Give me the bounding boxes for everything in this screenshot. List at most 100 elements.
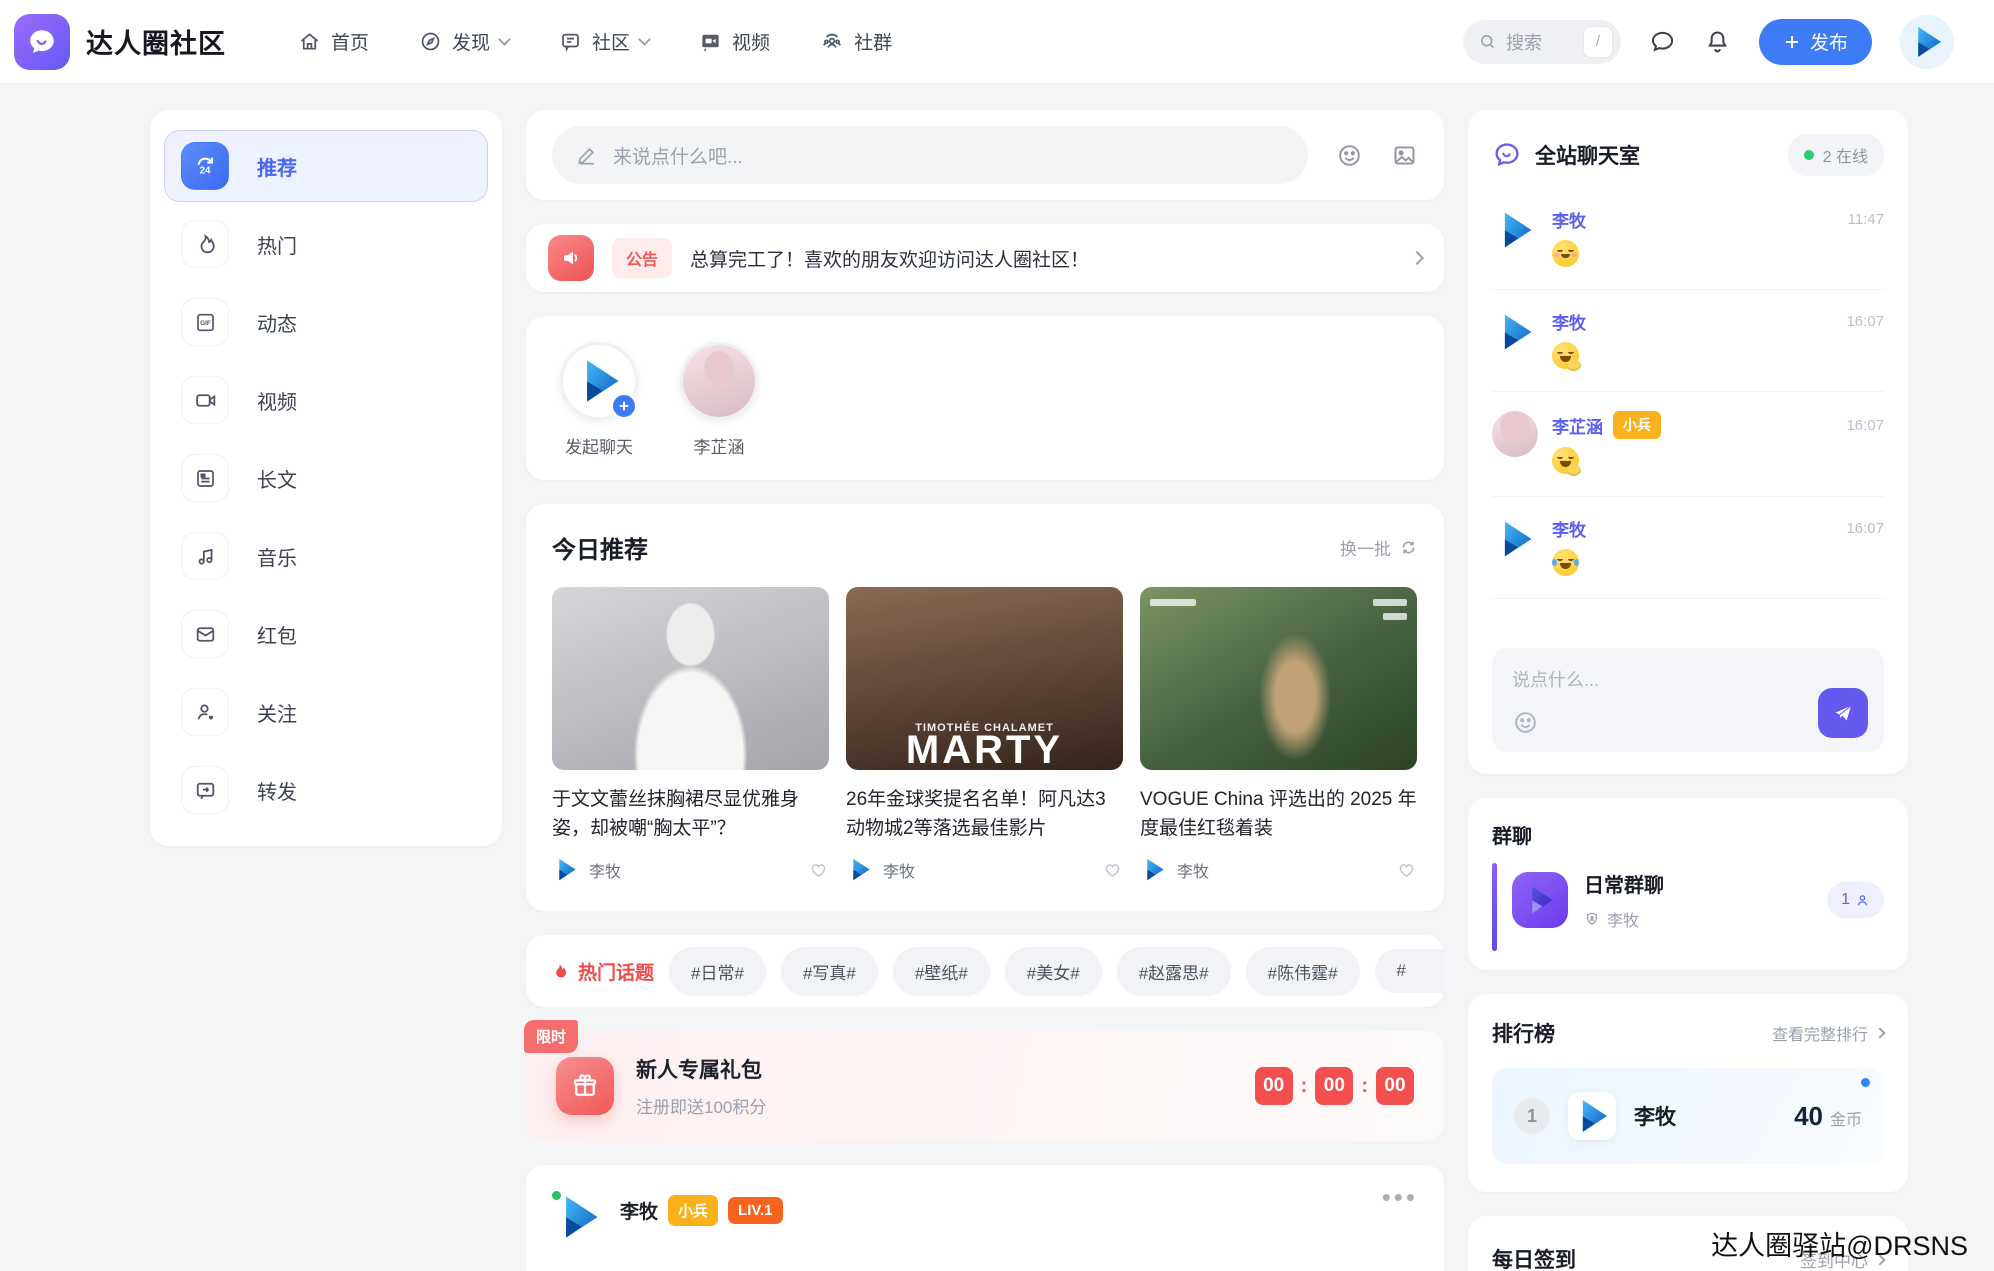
message-author[interactable]: 李牧 [1552,516,1586,541]
author-avatar[interactable] [1140,856,1167,883]
envelope-icon [181,610,229,658]
message-author[interactable]: 李牧 [1552,309,1586,334]
newcomer-gift-banner[interactable]: 限时 新人专属礼包 注册即送100积分 00 : 00 : 00 [526,1031,1444,1141]
message-time: 16:07 [1846,520,1884,537]
like-heart-icon[interactable] [808,859,829,880]
card-author[interactable]: 李牧 [1177,858,1209,882]
emoji-laughing-tears-face [1552,549,1579,576]
hot-topics-bar: 热门话题 #日常# #写真# #壁纸# #美女# #赵露思# #陈伟霆# # [526,935,1444,1007]
like-heart-icon[interactable] [1102,859,1123,880]
photo-avatar [1492,411,1538,457]
bell-icon [1704,28,1731,55]
topic-tag[interactable]: # [1375,949,1444,993]
like-heart-icon[interactable] [1396,859,1417,880]
nav-groups[interactable]: 社群 [820,28,892,55]
search-input[interactable]: 搜索 / [1463,20,1621,64]
topic-tag[interactable]: #日常# [669,947,766,996]
leaderboard-row[interactable]: 1 李牧 40 金币 [1492,1068,1884,1164]
message-author[interactable]: 李牧 [1552,207,1586,232]
card-thumbnail: TIMOTHÉE CHALAMET MARTY [846,587,1123,770]
sidebar-label: 转发 [257,776,297,805]
topic-tag[interactable]: #陈伟霆# [1246,947,1360,996]
post-more-button[interactable]: ••• [1382,1191,1418,1204]
card-author[interactable]: 李牧 [883,858,915,882]
view-full-ranking-link[interactable]: 查看完整排行 [1772,1021,1884,1045]
card-title: 26年金球奖提名名单！阿凡达3动物城2等落选最佳影片 [846,785,1123,845]
online-status-dot [549,1188,564,1203]
sidebar-item-moments[interactable]: GIF 动态 [164,286,488,358]
chat-input-placeholder: 说点什么... [1512,666,1864,692]
sidebar-item-recommended[interactable]: 24 推荐 [164,130,488,202]
nav-video[interactable]: 视频 [699,28,770,55]
nav-community[interactable]: 社区 [559,28,649,55]
person-heart-icon [181,688,229,736]
chat-message-list: 李牧 11:47 李牧 16:07 [1492,188,1884,599]
flame-icon [550,962,569,981]
recommend-card[interactable]: VOGUE China 评选出的 2025 年度最佳红毯着装 李牧 [1140,587,1417,883]
publish-button[interactable]: 发布 [1759,19,1872,65]
chat-user-item[interactable]: 李芷涵 [680,342,758,458]
message-avatar[interactable] [1492,309,1538,355]
hot-topics-title: 热门话题 [550,958,654,985]
author-avatar[interactable] [552,856,579,883]
sidebar-item-video[interactable]: 视频 [164,364,488,436]
post-author-name[interactable]: 李牧 [620,1197,658,1224]
user-avatar[interactable] [1900,15,1954,69]
image-upload-icon[interactable] [1391,142,1418,169]
sidebar-item-music[interactable]: 音乐 [164,520,488,592]
plus-badge-icon [610,392,638,420]
sidebar-item-redpacket[interactable]: 红包 [164,598,488,670]
card-thumbnail [552,587,829,770]
refresh-batch-button[interactable]: 换一批 [1340,535,1418,560]
group-chat-item[interactable]: 日常群聊 李牧 1 [1492,869,1884,931]
play-logo-avatar [1572,1096,1612,1136]
post-author-avatar[interactable] [552,1191,604,1243]
nav-discover[interactable]: 发现 [419,28,509,55]
flame-icon [181,220,229,268]
start-chat-avatar [560,342,638,420]
sidebar-item-following[interactable]: 关注 [164,676,488,748]
brand[interactable]: 达人圈社区 [14,14,226,70]
chevron-down-icon [498,33,511,46]
chevron-right-icon [1410,251,1424,265]
message-avatar[interactable] [1492,516,1538,562]
topic-tag[interactable]: #写真# [781,947,878,996]
hot-topics-label: 热门话题 [578,958,654,985]
send-message-button[interactable] [1818,688,1868,738]
chatroom-input[interactable]: 说点什么... [1492,648,1884,752]
notifications-button[interactable] [1704,28,1731,55]
topic-tag[interactable]: #赵露思# [1117,947,1231,996]
nav-home-label: 首页 [331,28,369,55]
start-chat-button[interactable]: 发起聊天 [560,342,638,458]
recommend-card[interactable]: TIMOTHÉE CHALAMET MARTY 26年金球奖提名名单！阿凡达3动… [846,587,1123,883]
author-avatar[interactable] [846,856,873,883]
emoji-picker-icon[interactable] [1512,709,1539,736]
nav-home[interactable]: 首页 [298,28,369,55]
start-chat-label: 发起聊天 [565,433,633,458]
leaderboard-header: 排行榜 查看完整排行 [1492,1018,1884,1048]
topic-tag[interactable]: #壁纸# [893,947,990,996]
message-avatar[interactable] [1492,207,1538,253]
topic-tag[interactable]: #美女# [1005,947,1102,996]
poster-title: MARTY [846,736,1123,764]
message-avatar[interactable] [1492,411,1538,457]
member-count-badge: 1 [1827,882,1884,918]
brand-logo-icon [14,14,70,70]
card-author[interactable]: 李牧 [589,858,621,882]
message-author[interactable]: 李芷涵 [1552,413,1603,438]
nav-discover-label: 发现 [452,28,490,55]
topbar-actions: 搜索 / 发布 [1463,15,1954,69]
sidebar-label: 推荐 [257,152,297,181]
composer-input[interactable]: 来说点什么吧... [552,126,1308,184]
announcement-bar[interactable]: 公告 总算完工了！喜欢的朋友欢迎访问达人圈社区！ [526,224,1444,292]
sidebar-item-reposts[interactable]: 转发 [164,754,488,826]
messages-button[interactable] [1649,28,1676,55]
announcement-badge: 公告 [612,238,672,278]
emoji-picker-icon[interactable] [1336,142,1363,169]
chatroom-card: 全站聊天室 2 在线 李牧 11:47 [1468,110,1908,774]
bubble-arrow-icon [181,766,229,814]
sidebar-item-articles[interactable]: 长文 [164,442,488,514]
recommend-card[interactable]: 于文文蕾丝抹胸裙尽显优雅身姿，却被嘲“胸太平”？ 李牧 [552,587,829,883]
person-icon [1855,893,1870,908]
sidebar-item-hot[interactable]: 热门 [164,208,488,280]
